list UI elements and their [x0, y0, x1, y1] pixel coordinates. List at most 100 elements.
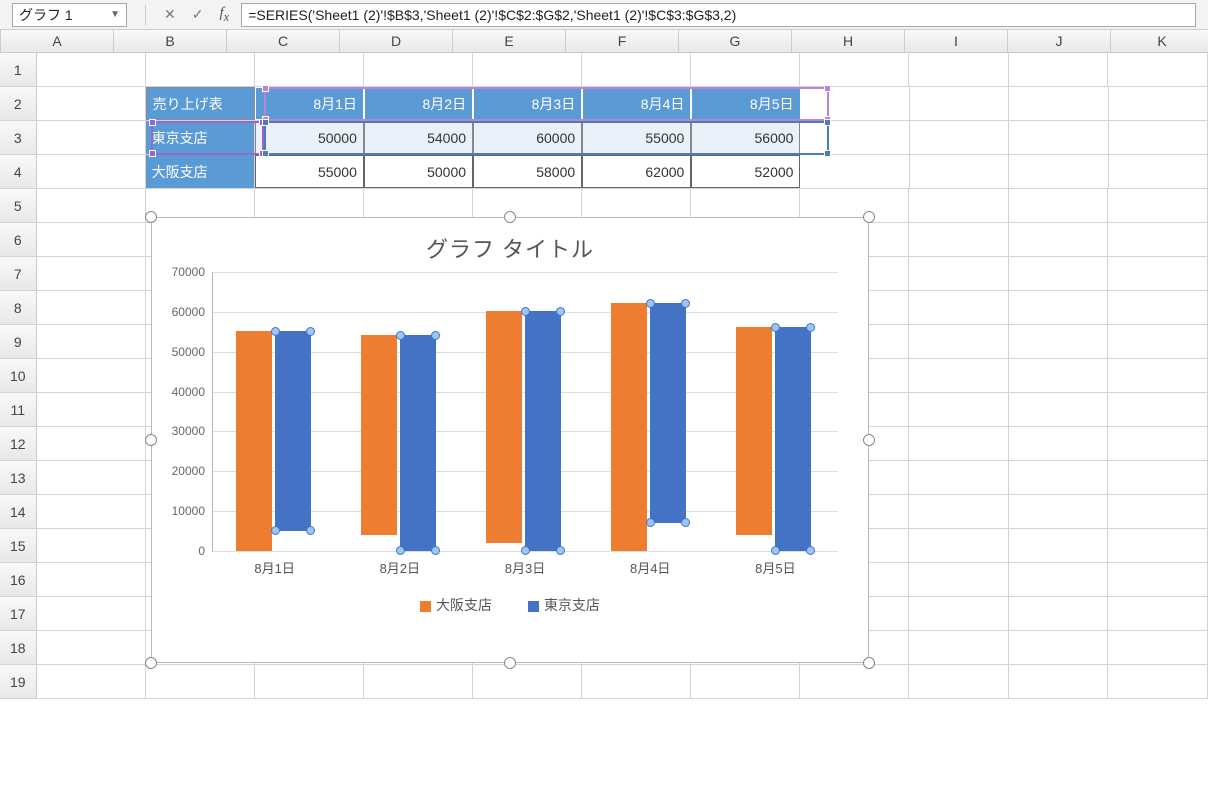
row-header-15[interactable]: 15 — [0, 529, 37, 562]
cell-K9[interactable] — [1108, 325, 1208, 358]
cell-I6[interactable] — [909, 223, 1009, 256]
cell-H19[interactable] — [800, 665, 909, 698]
bar-group-0[interactable] — [236, 331, 311, 551]
cell-I13[interactable] — [909, 461, 1009, 494]
cell-A1[interactable] — [37, 53, 146, 86]
legend-osaka[interactable]: 大阪支店 — [420, 597, 492, 613]
col-header-C[interactable]: C — [227, 30, 340, 52]
cell-C2[interactable]: 8月1日 — [255, 87, 364, 120]
cell-D4[interactable]: 50000 — [364, 155, 473, 188]
name-box-dropdown-icon[interactable]: ▼ — [110, 9, 120, 20]
cell-G3[interactable]: 56000 — [691, 121, 800, 154]
cell-A4[interactable] — [37, 155, 146, 188]
cell-K17[interactable] — [1108, 597, 1208, 630]
cell-B19[interactable] — [146, 665, 255, 698]
cell-I5[interactable] — [909, 189, 1009, 222]
cell-K5[interactable] — [1108, 189, 1208, 222]
cell-E3[interactable]: 60000 — [473, 121, 582, 154]
bar-東京支店-2[interactable] — [525, 311, 561, 551]
cell-A16[interactable] — [37, 563, 146, 596]
cell-I14[interactable] — [909, 495, 1009, 528]
cell-D19[interactable] — [364, 665, 473, 698]
cell-A10[interactable] — [37, 359, 146, 392]
cell-J16[interactable] — [1009, 563, 1109, 596]
row-header-5[interactable]: 5 — [0, 189, 37, 222]
cell-K7[interactable] — [1108, 257, 1208, 290]
col-header-J[interactable]: J — [1008, 30, 1111, 52]
cell-K3[interactable] — [1109, 121, 1208, 154]
cell-A14[interactable] — [37, 495, 146, 528]
cell-F1[interactable] — [582, 53, 691, 86]
cell-J10[interactable] — [1009, 359, 1109, 392]
col-header-B[interactable]: B — [114, 30, 227, 52]
chart-selection-handle[interactable] — [145, 434, 157, 446]
cell-A8[interactable] — [37, 291, 146, 324]
cell-A11[interactable] — [37, 393, 146, 426]
bar-大阪支店-1[interactable] — [361, 335, 397, 535]
bar-東京支店-3[interactable] — [650, 303, 686, 523]
cell-I16[interactable] — [909, 563, 1009, 596]
cell-K11[interactable] — [1108, 393, 1208, 426]
cell-F19[interactable] — [582, 665, 691, 698]
bar-大阪支店-2[interactable] — [486, 311, 522, 543]
bar-大阪支店-0[interactable] — [236, 331, 272, 551]
cell-K14[interactable] — [1108, 495, 1208, 528]
cell-I18[interactable] — [909, 631, 1009, 664]
chart-selection-handle[interactable] — [863, 657, 875, 669]
cell-J2[interactable] — [1009, 87, 1108, 120]
cell-J17[interactable] — [1009, 597, 1109, 630]
cell-H1[interactable] — [800, 53, 909, 86]
cell-B1[interactable] — [146, 53, 255, 86]
row-header-12[interactable]: 12 — [0, 427, 37, 460]
col-header-K[interactable]: K — [1111, 30, 1208, 52]
cell-I12[interactable] — [909, 427, 1009, 460]
row-header-13[interactable]: 13 — [0, 461, 37, 494]
chart-title[interactable]: グラフ タイトル — [152, 218, 868, 272]
cancel-icon[interactable]: ✕ — [164, 6, 176, 23]
cell-I11[interactable] — [909, 393, 1009, 426]
legend-tokyo[interactable]: 東京支店 — [528, 597, 600, 613]
cell-F3[interactable]: 55000 — [582, 121, 691, 154]
chart-selection-handle[interactable] — [863, 434, 875, 446]
cell-K13[interactable] — [1108, 461, 1208, 494]
cell-C1[interactable] — [255, 53, 364, 86]
chart-selection-handle[interactable] — [145, 657, 157, 669]
cell-I8[interactable] — [909, 291, 1009, 324]
bar-大阪支店-3[interactable] — [611, 303, 647, 551]
cell-I15[interactable] — [909, 529, 1009, 562]
cell-K6[interactable] — [1108, 223, 1208, 256]
cell-A17[interactable] — [37, 597, 146, 630]
cell-H2[interactable] — [801, 87, 910, 120]
col-header-A[interactable]: A — [1, 30, 114, 52]
cell-G19[interactable] — [691, 665, 800, 698]
cell-F4[interactable]: 62000 — [582, 155, 691, 188]
bar-東京支店-1[interactable] — [400, 335, 436, 551]
cell-J14[interactable] — [1009, 495, 1109, 528]
row-header-8[interactable]: 8 — [0, 291, 37, 324]
bar-group-2[interactable] — [486, 311, 561, 551]
cell-D3[interactable]: 54000 — [364, 121, 473, 154]
cell-K4[interactable] — [1109, 155, 1208, 188]
cell-F2[interactable]: 8月4日 — [582, 87, 691, 120]
cell-B4[interactable]: 大阪支店 — [146, 155, 255, 188]
cell-K1[interactable] — [1108, 53, 1208, 86]
row-header-6[interactable]: 6 — [0, 223, 37, 256]
cell-J18[interactable] — [1009, 631, 1109, 664]
chart-object[interactable]: グラフ タイトル 0100002000030000400005000060000… — [151, 217, 869, 663]
chart-selection-handle[interactable] — [504, 211, 516, 223]
chart-selection-handle[interactable] — [145, 211, 157, 223]
cell-A18[interactable] — [37, 631, 146, 664]
cell-K16[interactable] — [1108, 563, 1208, 596]
row-header-10[interactable]: 10 — [0, 359, 37, 392]
cell-J1[interactable] — [1009, 53, 1109, 86]
chart-plot-area[interactable]: 010000200003000040000500006000070000 — [212, 272, 838, 552]
row-header-17[interactable]: 17 — [0, 597, 37, 630]
cell-K2[interactable] — [1109, 87, 1208, 120]
cell-J9[interactable] — [1009, 325, 1109, 358]
cell-K12[interactable] — [1108, 427, 1208, 460]
cell-I1[interactable] — [909, 53, 1009, 86]
cell-J13[interactable] — [1009, 461, 1109, 494]
col-header-D[interactable]: D — [340, 30, 453, 52]
cell-I19[interactable] — [909, 665, 1009, 698]
cell-G1[interactable] — [691, 53, 800, 86]
